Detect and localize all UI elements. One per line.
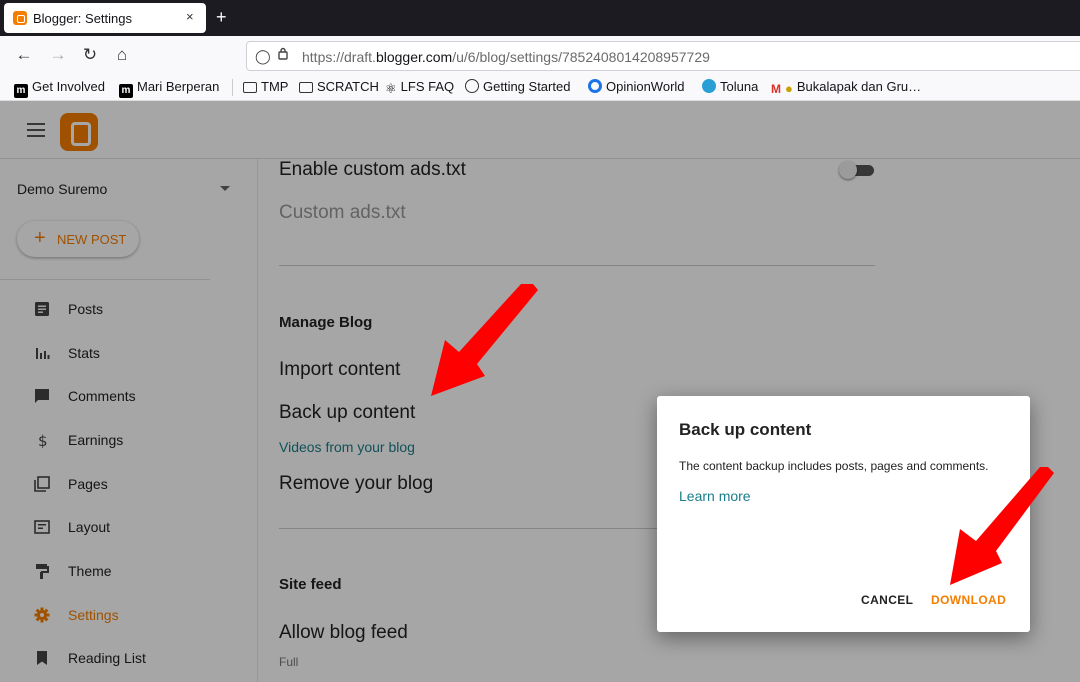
annotation-arrow-icon (950, 467, 1054, 585)
lfs-icon: ⚛ (385, 81, 397, 96)
bookmark-mari-berperan[interactable]: m Mari Berperan (119, 79, 219, 98)
bookmark-separator (232, 79, 233, 96)
bookmark-bukalapak[interactable]: M ● Bukalapak dan Gru… (771, 79, 921, 96)
opinionworld-icon (588, 79, 602, 93)
dialog-title: Back up content (679, 420, 812, 439)
m-icon: m (119, 84, 133, 98)
annotation-arrow-icon (431, 284, 538, 396)
learn-more-link[interactable]: Learn more (679, 488, 751, 504)
gmail-icon: M (771, 82, 781, 96)
reload-icon[interactable]: ↻ (79, 45, 101, 65)
blogger-favicon-icon (13, 11, 27, 25)
bookmark-get-involved[interactable]: m Get Involved (14, 79, 105, 98)
url-text: https://draft.blogger.com/u/6/blog/setti… (302, 49, 710, 65)
globe-icon (465, 79, 479, 93)
money-bag-icon: ● (785, 81, 793, 96)
browser-tab-bar: Blogger: Settings × + (0, 0, 1080, 36)
folder-icon (243, 82, 257, 93)
back-icon[interactable]: ← (13, 45, 35, 65)
bookmark-getting-started[interactable]: Getting Started (465, 79, 570, 94)
bookmark-tmp[interactable]: TMP (243, 79, 288, 94)
home-icon[interactable]: ⌂ (111, 45, 133, 65)
tab-title: Blogger: Settings (33, 11, 133, 26)
dialog-body: The content backup includes posts, pages… (679, 459, 989, 473)
bookmark-opinionworld[interactable]: OpinionWorld (588, 79, 685, 94)
forward-icon[interactable]: → (47, 45, 69, 65)
toluna-icon (702, 79, 716, 93)
new-tab-button[interactable]: + (216, 7, 227, 28)
bookmarks-bar: m Get Involved m Mari Berperan TMP SCRATCH… (0, 74, 1080, 101)
browser-tab[interactable]: Blogger: Settings × (4, 3, 206, 33)
close-tab-icon[interactable]: × (186, 9, 194, 24)
shield-icon[interactable]: ◯ (255, 48, 271, 65)
folder-icon (299, 82, 313, 93)
bookmark-toluna[interactable]: Toluna (702, 79, 758, 94)
bookmark-lfs-faq[interactable]: ⚛ LFS FAQ (385, 79, 454, 96)
bookmark-scratch[interactable]: SCRATCH (299, 79, 379, 94)
cancel-button[interactable]: CANCEL (861, 593, 913, 607)
download-button[interactable]: DOWNLOAD (931, 593, 1006, 607)
address-bar[interactable]: ◯ https://draft.blogger.com/u/6/blog/set… (246, 41, 1080, 71)
m-icon: m (14, 84, 28, 98)
lock-icon[interactable] (278, 47, 288, 60)
